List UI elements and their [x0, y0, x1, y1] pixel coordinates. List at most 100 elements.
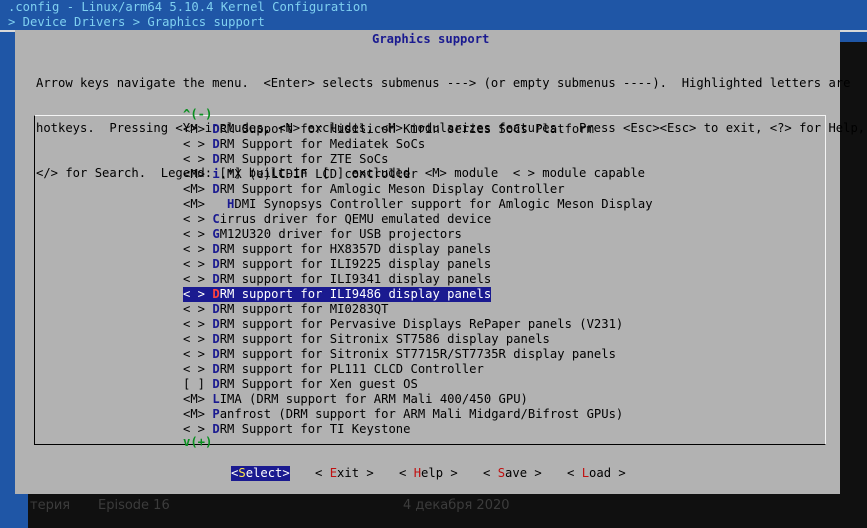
menu-item[interactable]: < > DRM support for ILI9341 display pane… — [183, 272, 491, 287]
menu-item-hotkey: D — [212, 422, 220, 436]
load-button-hotkey: L — [581, 466, 590, 480]
menu-item-state[interactable]: < > — [183, 242, 205, 256]
menu-item-hotkey: D — [212, 182, 220, 196]
menu-item[interactable]: <M> i.MX (e)LCDIF LCD controller — [183, 167, 418, 182]
load-button[interactable]: < Load > — [567, 466, 626, 481]
menu-item-label: RM Support for Mediatek SoCs — [219, 137, 426, 151]
help-line: Arrow keys navigate the menu. <Enter> se… — [36, 76, 851, 90]
menu-item-state[interactable]: < > — [183, 137, 205, 151]
menu-item-state[interactable]: < > — [183, 287, 205, 301]
menu-item-state[interactable]: < > — [183, 317, 205, 331]
exit-button[interactable]: < Exit > — [315, 466, 374, 481]
menu-item[interactable]: <M> HDMI Synopsys Controller support for… — [183, 197, 653, 212]
save-button-close: > — [527, 466, 542, 480]
menu-item-hotkey: D — [212, 347, 220, 361]
menu-item-label: RM support for HX8357D display panels — [219, 242, 492, 256]
select-button-hotkey: S — [238, 466, 246, 480]
menu-item-label: RM Support for Amlogic Meson Display Con… — [219, 182, 565, 196]
menu-item[interactable]: < > DRM Support for TI Keystone — [183, 422, 410, 437]
menu-item-label: RM Support for TI Keystone — [219, 422, 411, 436]
menu-item-label: RM Support for ZTE SoCs — [219, 152, 389, 166]
menu-item-state[interactable]: < > — [183, 212, 205, 226]
menu-item-state[interactable]: <M> — [183, 167, 205, 181]
menu-item[interactable]: < > DRM Support for ZTE SoCs — [183, 152, 388, 167]
menu-item-label: .MX (e)LCDIF LCD controller — [219, 167, 418, 181]
menu-item[interactable]: < > DRM support for Sitronix ST7586 disp… — [183, 332, 550, 347]
breadcrumb: > Device Drivers > Graphics support — [8, 15, 265, 29]
dialog-title: Graphics support — [372, 32, 490, 46]
menu-item[interactable]: <M> Panfrost (DRM support for ARM Mali M… — [183, 407, 623, 422]
load-button-rest: oad — [589, 466, 612, 480]
menu-item-state[interactable]: <M> — [183, 392, 205, 406]
select-button-close: > — [282, 466, 290, 480]
menu-item-hotkey: G — [212, 227, 220, 241]
menu-item-state[interactable]: < > — [183, 257, 205, 271]
menu-item-state[interactable]: < > — [183, 347, 205, 361]
scroll-up-indicator[interactable]: ^(-) — [183, 107, 212, 122]
menu-item-label: RM support for MI0283QT — [219, 302, 389, 316]
menu-item-label: IMA (DRM support for ARM Mali 400/450 GP… — [219, 392, 528, 406]
help-button-rest: elp — [421, 466, 444, 480]
menu-item-hotkey: D — [212, 272, 220, 286]
save-button-rest: ave — [505, 466, 528, 480]
menu-item[interactable]: <M> DRM Support for Hisilicon Kirin seri… — [183, 122, 594, 137]
menu-item-hotkey: D — [212, 242, 220, 256]
menu-item-hotkey: D — [212, 257, 220, 271]
menu-item-state[interactable]: <M> — [183, 182, 205, 196]
exit-button-hotkey: E — [329, 466, 338, 480]
select-button[interactable]: <Select> — [231, 466, 290, 481]
menu-item[interactable]: <M> DRM Support for Amlogic Meson Displa… — [183, 182, 565, 197]
terminal-title: .config - Linux/arm64 5.10.4 Kernel Conf… — [8, 0, 368, 14]
menu-item[interactable]: < > DRM support for MI0283QT — [183, 302, 388, 317]
menu-item-hotkey: P — [212, 407, 220, 421]
menu-item[interactable]: < > DRM Support for Mediatek SoCs — [183, 137, 425, 152]
menu-item[interactable]: < > DRM support for HX8357D display pane… — [183, 242, 491, 257]
menu-item-hotkey: D — [212, 152, 220, 166]
menu-item-state[interactable]: <M> — [183, 122, 205, 136]
menu-item[interactable]: < > DRM support for Pervasive Displays R… — [183, 317, 623, 332]
load-button-close: > — [611, 466, 626, 480]
menu-item-label: M12U320 driver for USB projectors — [219, 227, 462, 241]
menu-item-state[interactable]: < > — [183, 152, 205, 166]
menu-item-hotkey: D — [212, 317, 220, 331]
menu-item-state[interactable]: < > — [183, 227, 205, 241]
exit-button-rest: xit — [337, 466, 360, 480]
menu-item-state[interactable]: < > — [183, 422, 205, 436]
load-button-open: < — [567, 466, 582, 480]
menu-item[interactable]: < > GM12U320 driver for USB projectors — [183, 227, 462, 242]
save-button[interactable]: < Save > — [483, 466, 542, 481]
save-button-open: < — [483, 466, 498, 480]
menu-item[interactable]: < > DRM support for Sitronix ST7715R/ST7… — [183, 347, 616, 362]
scroll-down-indicator[interactable]: v(+) — [183, 435, 212, 450]
menu-item-label: RM support for PL111 CLCD Controller — [219, 362, 484, 376]
menu-item-state[interactable]: < > — [183, 332, 205, 346]
menu-item-label: RM Support for Xen guest OS — [219, 377, 418, 391]
menu-item[interactable]: < > DRM support for ILI9225 display pane… — [183, 257, 491, 272]
menu-item-state[interactable]: [ ] — [183, 377, 205, 391]
menu-item-state[interactable]: < > — [183, 272, 205, 286]
background-text-2: Episode 16 — [98, 498, 170, 513]
menu-item-hotkey: L — [212, 392, 220, 406]
menu-item[interactable]: < > DRM support for ILI9486 display pane… — [183, 287, 492, 302]
menu-item-hotkey: D — [212, 332, 220, 346]
menu-item-state[interactable]: < > — [183, 302, 205, 316]
help-button-close: > — [443, 466, 458, 480]
menu-item-label: RM support for ILI9225 display panels — [219, 257, 492, 271]
menu-item[interactable]: < > Cirrus driver for QEMU emulated devi… — [183, 212, 491, 227]
menu-item[interactable]: < > DRM support for PL111 CLCD Controlle… — [183, 362, 484, 377]
menu-item-state[interactable]: < > — [183, 362, 205, 376]
menu-item[interactable]: <M> LIMA (DRM support for ARM Mali 400/4… — [183, 392, 528, 407]
menu-item[interactable]: [ ] DRM Support for Xen guest OS — [183, 377, 418, 392]
help-button[interactable]: < Help > — [399, 466, 458, 481]
menu-item-label: RM support for Sitronix ST7715R/ST7735R … — [219, 347, 616, 361]
menu-item-state[interactable]: <M> — [183, 407, 205, 421]
menu-item-hotkey: D — [212, 377, 220, 391]
menu-item-hotkey: D — [212, 362, 220, 376]
background-text-3: 4 декабря 2020 — [403, 498, 510, 513]
menu-item-state[interactable]: <M> — [183, 197, 205, 211]
menu-item-label: RM support for ILI9486 display panels — [219, 287, 492, 301]
exit-button-close: > — [359, 466, 374, 480]
menu-item-indent — [205, 197, 227, 211]
menu-item-label: DMI Synopsys Controller support for Amlo… — [234, 197, 653, 211]
select-button-rest: elect — [245, 466, 283, 480]
